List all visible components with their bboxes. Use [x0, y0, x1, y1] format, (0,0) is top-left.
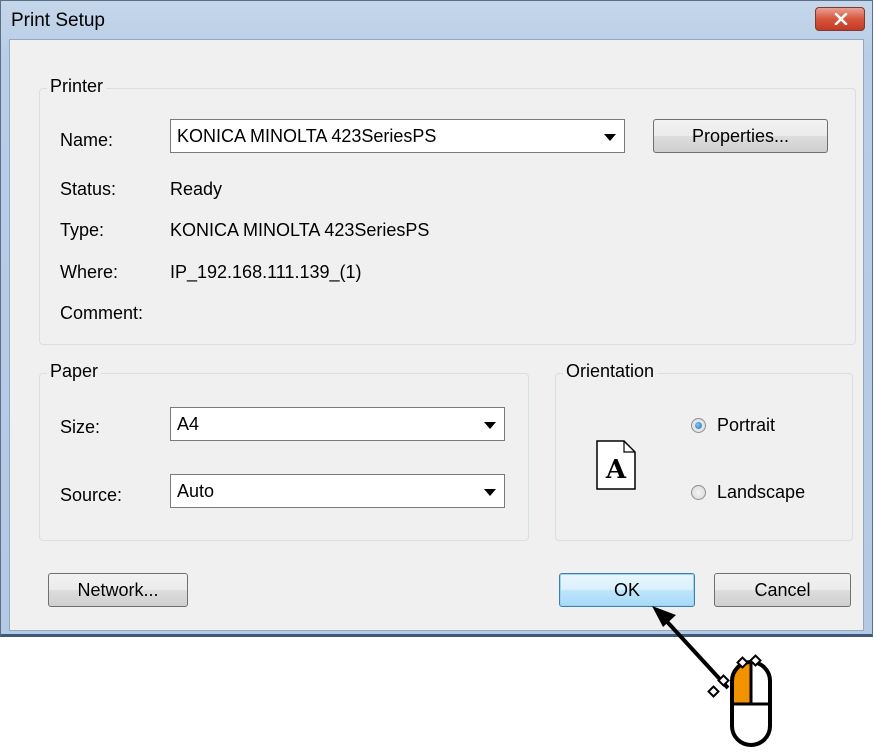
- click-annotation: [652, 606, 772, 747]
- mouse-click-icon: [707, 654, 772, 747]
- arrow-icon: [652, 606, 730, 690]
